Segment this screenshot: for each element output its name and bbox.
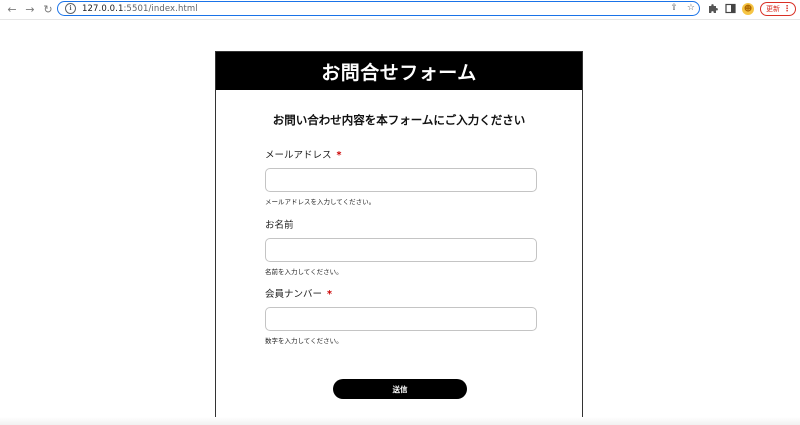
member-number-label: 会員ナンバー * (265, 289, 537, 301)
email-label: メールアドレス * (265, 150, 537, 162)
contact-form-card: お問合せフォーム お問い合わせ内容を本フォームにご入力ください メールアドレス *… (215, 51, 583, 423)
email-input[interactable] (265, 168, 537, 192)
side-panel-icon[interactable] (724, 3, 736, 15)
browser-toolbar: ← → ↻ i 127.0.0.1:5501/index.html ⇪ ☆ ☻ … (0, 0, 800, 20)
member-number-input[interactable] (265, 307, 537, 331)
update-button-label: 更新 (766, 4, 780, 13)
address-bar[interactable]: i 127.0.0.1:5501/index.html ⇪ ☆ (57, 1, 700, 16)
submit-button[interactable]: 送信 (333, 379, 467, 399)
page-bottom-edge (0, 417, 800, 425)
more-menu-icon: ⋮ (783, 4, 791, 13)
reload-icon[interactable]: ↻ (41, 3, 55, 17)
email-field-group: メールアドレス * メールアドレスを入力してください。 (265, 150, 537, 206)
url-text[interactable]: 127.0.0.1:5501/index.html (82, 4, 198, 14)
member-number-field-group: 会員ナンバー * 数字を入力してください。 (265, 289, 537, 345)
form-title: お問合せフォーム (321, 61, 477, 84)
member-number-label-text: 会員ナンバー (265, 289, 323, 300)
email-help-text: メールアドレスを入力してください。 (265, 198, 376, 206)
name-help-text: 名前を入力してください。 (265, 268, 343, 276)
form-header: お問合せフォーム (216, 52, 582, 90)
member-number-help-text: 数字を入力してください。 (265, 337, 343, 345)
back-arrow-icon[interactable]: ← (5, 3, 19, 17)
bookmark-star-icon[interactable]: ☆ (687, 3, 695, 13)
name-input[interactable] (265, 238, 537, 262)
required-mark: * (327, 289, 332, 300)
share-icon[interactable]: ⇪ (670, 3, 678, 13)
url-host: 127.0.0.1 (82, 3, 124, 14)
required-mark: * (336, 150, 342, 161)
name-field-group: お名前 名前を入力してください。 (265, 220, 537, 276)
site-info-icon[interactable]: i (65, 3, 76, 14)
update-button[interactable]: 更新 ⋮ (760, 1, 796, 16)
form-subtitle: お問い合わせ内容を本フォームにご入力ください (272, 113, 526, 127)
url-path: :5501/index.html (123, 3, 198, 14)
forward-arrow-icon[interactable]: → (23, 3, 37, 17)
extensions-puzzle-icon[interactable] (706, 3, 718, 15)
name-label-text: お名前 (265, 220, 294, 231)
name-label: お名前 (265, 220, 537, 232)
email-label-text: メールアドレス (265, 150, 332, 161)
profile-avatar-icon[interactable]: ☻ (742, 2, 754, 15)
